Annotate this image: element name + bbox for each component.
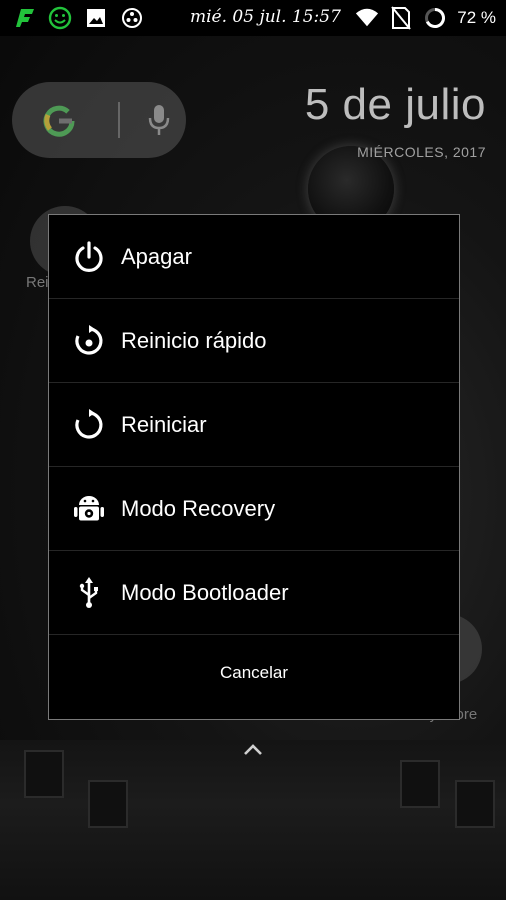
battery-percent: 72 % (457, 8, 496, 27)
reboot-icon (75, 409, 103, 439)
power-icon (75, 241, 103, 272)
home-weekday-year: MIÉRCOLES, 2017 (357, 144, 486, 160)
circle-dots-icon (120, 6, 144, 30)
wallpaper-window (88, 780, 128, 828)
wallpaper-window (400, 760, 440, 808)
image-icon (84, 6, 108, 30)
quick-reboot-label: Reinicio rápido (121, 327, 267, 353)
chevron-up-icon[interactable] (243, 742, 263, 756)
home-date: 5 de julio (304, 80, 486, 129)
power-off-item[interactable]: Apagar (49, 215, 459, 299)
app-f-icon (12, 6, 36, 30)
reboot-label: Reiniciar (121, 411, 207, 437)
recovery-mode-label: Modo Recovery (121, 495, 276, 521)
google-g-icon (43, 105, 75, 137)
no-sim-icon (389, 6, 413, 30)
android-settings-icon (74, 496, 104, 521)
smiley-icon (48, 6, 72, 30)
recovery-mode-item[interactable]: Modo Recovery (49, 467, 459, 551)
status-datetime: mié. 05 jul. 15:57 (190, 7, 341, 27)
bootloader-mode-item[interactable]: Modo Bootloader (49, 551, 459, 635)
search-divider (118, 102, 120, 138)
power-off-label: Apagar (121, 243, 192, 269)
cancel-button[interactable]: Cancelar (49, 635, 459, 711)
wifi-icon (355, 6, 379, 30)
google-search-widget[interactable] (12, 82, 186, 158)
quick-reboot-item[interactable]: Reinicio rápido (49, 299, 459, 383)
battery-ring-icon (423, 6, 447, 30)
reboot-item[interactable]: Reiniciar (49, 383, 459, 467)
power-menu-dialog: Apagar Reinicio rápido Reiniciar Modo Re… (48, 214, 460, 720)
wallpaper-window (455, 780, 495, 828)
quick-reboot-icon (75, 325, 103, 355)
microphone-icon[interactable] (148, 104, 170, 136)
bootloader-mode-label: Modo Bootloader (121, 579, 289, 605)
usb-icon (79, 577, 98, 608)
status-bar: mié. 05 jul. 15:57 72 % (0, 0, 506, 36)
wallpaper-window (24, 750, 64, 798)
